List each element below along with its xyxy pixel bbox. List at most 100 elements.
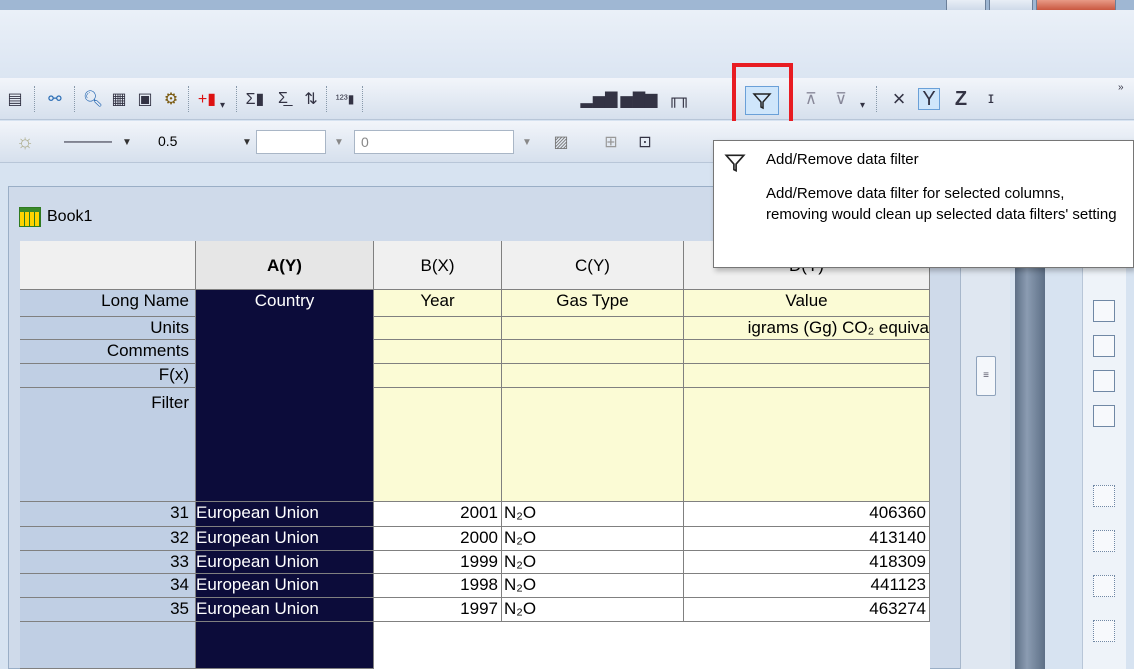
layout-icon[interactable]	[1093, 335, 1115, 357]
cell-country[interactable]: European Union	[196, 551, 374, 574]
cell-gas-type[interactable]: N₂O	[502, 598, 684, 622]
gears-icon[interactable]: ⚙	[160, 88, 182, 110]
filter-icon	[724, 154, 746, 173]
merge-cells-icon[interactable]: ⊡	[634, 131, 656, 153]
set-as-y-icon[interactable]: Y	[918, 88, 940, 110]
column-header-c[interactable]: C(Y)	[502, 241, 684, 290]
worksheet-grid: A(Y) B(X) C(Y) D(Y) Long Name Units Comm…	[20, 241, 930, 669]
units-b[interactable]	[374, 317, 502, 340]
layout-icon[interactable]	[1093, 485, 1115, 507]
set-as-z-icon[interactable]: Z	[950, 88, 972, 110]
worksheet-icon[interactable]: ▤	[4, 88, 26, 110]
fx-d[interactable]	[684, 364, 930, 388]
cell-value[interactable]: 441123	[684, 574, 930, 598]
cell-gas-type[interactable]: N₂O	[502, 574, 684, 598]
cell-gas-type[interactable]: N₂O	[502, 502, 684, 527]
layout-icon[interactable]	[1093, 300, 1115, 322]
vertical-scrollbar[interactable]	[960, 235, 1010, 669]
row-index[interactable]: 33	[20, 551, 196, 574]
table-icon[interactable]: ▦	[108, 88, 130, 110]
row-label-units: Units	[20, 317, 196, 340]
line-width-dropdown-arrow[interactable]: ▼	[238, 130, 256, 154]
column-header-a[interactable]: A(Y)	[196, 241, 374, 290]
fx-b[interactable]	[374, 364, 502, 388]
workbook-title: Book1	[19, 207, 92, 227]
set-values-icon[interactable]: ¹²³▮	[334, 88, 356, 110]
long-name-c[interactable]: Gas Type	[502, 290, 684, 317]
set-as-disregard-icon[interactable]: ×	[888, 86, 910, 111]
cell-country[interactable]	[196, 622, 374, 669]
border-icon[interactable]: ⊞	[600, 131, 622, 153]
workbook-name: Book1	[47, 208, 93, 225]
edit-form-icon[interactable]: ▣	[134, 88, 156, 110]
border-style-dropdown-arrow[interactable]: ▼	[330, 130, 348, 154]
cell-country[interactable]: European Union	[196, 502, 374, 527]
column-a-header-block[interactable]: Country	[196, 290, 374, 502]
cell-gas-type[interactable]: N₂O	[502, 527, 684, 551]
comments-d[interactable]	[684, 340, 930, 364]
border-style-field[interactable]	[256, 130, 326, 154]
cell-country[interactable]: European Union	[196, 598, 374, 622]
clear-filter-icon[interactable]: ⊼	[800, 88, 822, 110]
cell-country[interactable]: European Union	[196, 527, 374, 551]
layout-toolbar	[1082, 230, 1126, 669]
histogram-icon[interactable]: ╓╖	[668, 88, 691, 110]
cell-year[interactable]: 1999	[374, 551, 502, 574]
cell-year[interactable]: 1997	[374, 598, 502, 622]
cell-year[interactable]: 2001	[374, 502, 502, 527]
toolbar-options-icon[interactable]: ▾	[860, 100, 865, 111]
sort-icon[interactable]: ⇅	[300, 88, 322, 110]
cell-year[interactable]: 1998	[374, 574, 502, 598]
toolbar-options-icon[interactable]: ▾	[220, 100, 225, 111]
cell-country[interactable]: European Union	[196, 574, 374, 598]
line-style-dropdown-arrow[interactable]: ▼	[118, 130, 136, 154]
toolbar-overflow-icon[interactable]: »	[1118, 82, 1124, 93]
comments-b[interactable]	[374, 340, 502, 364]
filter-b[interactable]	[374, 388, 502, 502]
line-style-icon[interactable]: ———	[58, 131, 118, 153]
layout-icon[interactable]	[1093, 530, 1115, 552]
row-statistics-icon[interactable]: Σ̲	[272, 88, 294, 110]
toolbar-separator	[188, 86, 189, 112]
row-index[interactable]: 34	[20, 574, 196, 598]
hierarchy-icon[interactable]: ⚯	[44, 88, 66, 110]
filter-d[interactable]	[684, 388, 930, 502]
column-header-b[interactable]: B(X)	[374, 241, 502, 290]
magnifier-icon[interactable]: 🔍︎	[82, 88, 104, 110]
pattern-fill-icon[interactable]: ▨	[550, 131, 572, 153]
layout-icon[interactable]	[1093, 620, 1115, 642]
corner-cell[interactable]	[20, 241, 196, 290]
line-width-field[interactable]: 0.5	[152, 130, 232, 154]
number-dropdown-arrow[interactable]: ▼	[518, 130, 536, 154]
column-statistics-icon[interactable]: Σ▮	[244, 88, 266, 110]
column-plot-icon[interactable]: ▂▅▇	[581, 88, 618, 110]
long-name-d[interactable]: Value	[684, 290, 930, 317]
comments-c[interactable]	[502, 340, 684, 364]
units-d[interactable]: igrams (Gg) CO₂ equiva	[684, 317, 930, 340]
reapply-filter-icon[interactable]: ⊽	[830, 88, 852, 110]
units-c[interactable]	[502, 317, 684, 340]
layout-icon[interactable]	[1093, 575, 1115, 597]
cell-year[interactable]: 2000	[374, 527, 502, 551]
set-as-error-icon[interactable]: ɪ	[980, 88, 1002, 110]
scrollbar-thumb[interactable]: ≡	[976, 356, 996, 396]
cell-gas-type[interactable]: N₂O	[502, 551, 684, 574]
brightness-icon[interactable]: ☼	[14, 131, 36, 153]
number-field[interactable]: 0	[354, 130, 514, 154]
row-index[interactable]: 35	[20, 598, 196, 622]
long-name-a[interactable]: Country	[255, 291, 315, 310]
cell-value[interactable]: 418309	[684, 551, 930, 574]
row-index[interactable]: 32	[20, 527, 196, 551]
row-index[interactable]: 31	[20, 502, 196, 527]
cell-value[interactable]: 413140	[684, 527, 930, 551]
grouped-column-plot-icon[interactable]: ▅▇▆	[621, 88, 658, 110]
row-index[interactable]	[20, 622, 196, 669]
layout-icon[interactable]	[1093, 405, 1115, 427]
long-name-b[interactable]: Year	[374, 290, 502, 317]
filter-c[interactable]	[502, 388, 684, 502]
add-column-icon[interactable]: +▮	[196, 88, 218, 110]
cell-value[interactable]: 406360	[684, 502, 930, 527]
fx-c[interactable]	[502, 364, 684, 388]
layout-icon[interactable]	[1093, 370, 1115, 392]
cell-value[interactable]: 463274	[684, 598, 930, 622]
